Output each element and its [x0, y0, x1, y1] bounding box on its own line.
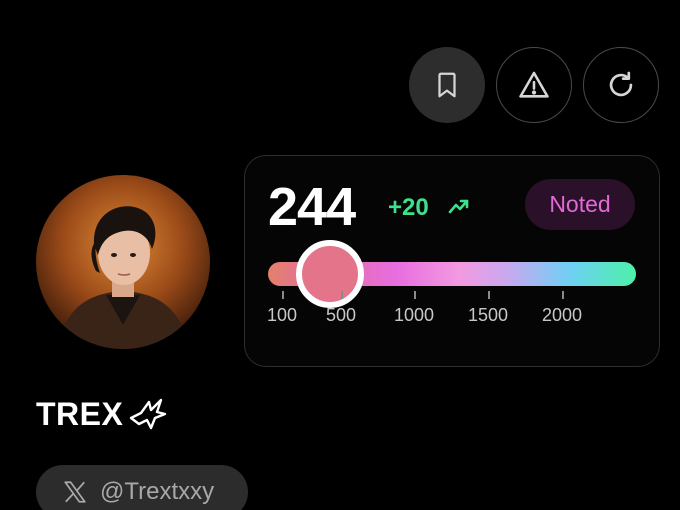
trending-up-icon	[448, 199, 469, 214]
x-logo-icon	[64, 481, 86, 503]
warning-triangle-icon	[519, 71, 549, 98]
slider-tick	[488, 291, 490, 299]
bookmark-icon	[438, 72, 456, 98]
refresh-button[interactable]	[583, 47, 659, 123]
slider-tick-label: 2000	[541, 305, 583, 325]
profile-name-row: TREX	[36, 396, 167, 432]
score-delta: +20	[388, 194, 429, 221]
x-handle-text: @Trextxxy	[100, 478, 215, 505]
report-button[interactable]	[496, 47, 572, 123]
slider-tick-label: 1500	[467, 305, 509, 325]
slider-tick	[414, 291, 416, 299]
status-badge[interactable]: Noted	[525, 179, 635, 230]
x-handle-link[interactable]: @Trextxxy	[36, 465, 248, 510]
profile-name: TREX	[36, 396, 124, 432]
score-slider-thumb[interactable]	[296, 240, 364, 308]
slider-tick-label: 100	[266, 305, 298, 325]
slider-tick	[562, 291, 564, 299]
avatar	[36, 175, 210, 349]
refresh-icon	[609, 71, 633, 97]
score-value: 244	[268, 177, 356, 237]
bird-logo-icon	[130, 398, 167, 430]
slider-tick	[341, 291, 343, 299]
slider-tick-label: 1000	[393, 305, 435, 325]
slider-tick-label: 500	[325, 305, 357, 325]
bookmark-button[interactable]	[409, 47, 485, 123]
slider-tick	[282, 291, 284, 299]
